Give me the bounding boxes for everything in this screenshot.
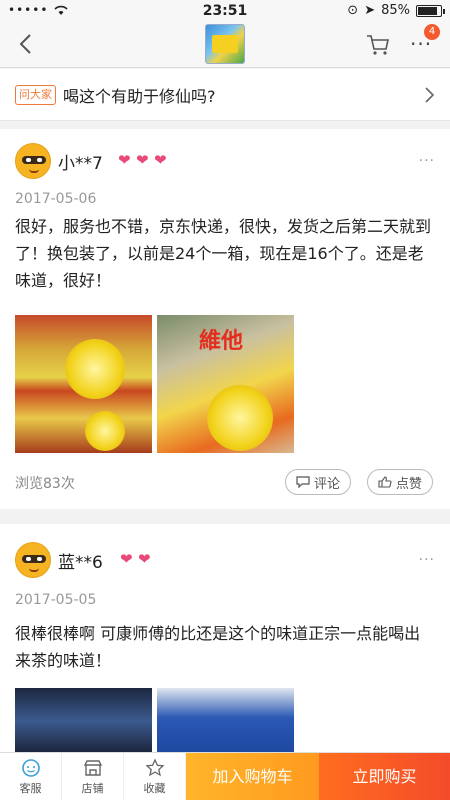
notification-badge: 4: [424, 24, 440, 40]
review-more-icon[interactable]: ···: [419, 552, 435, 568]
review-text: 很棒很棒啊 可康师傅的比还是这个的味道正宗一点能喝出来茶的味道！: [15, 624, 421, 670]
heart-icon: ❤: [120, 550, 133, 568]
review-photo[interactable]: [157, 688, 294, 754]
review-date: 2017-05-06: [15, 191, 97, 207]
review-photo[interactable]: [15, 688, 152, 754]
like-button[interactable]: 点赞: [367, 469, 434, 495]
location-icon: ➤: [364, 3, 376, 18]
customer-service-button[interactable]: 客服: [0, 753, 62, 800]
review-text: 很好，服务也不错，京东快递，很快，发货之后第二天就到了！换包装了，以前是24个一…: [15, 217, 432, 290]
bottom-action-bar: 客服 店铺 收藏 加入购物车 立即购买: [0, 752, 450, 800]
comment-label: 评论: [314, 476, 341, 492]
product-thumbnail[interactable]: [205, 24, 245, 64]
review-photo[interactable]: 維他: [157, 315, 294, 453]
question-text: 喝这个有助于修仙吗?: [63, 87, 216, 106]
battery-icon: [416, 4, 445, 17]
review-card: 蓝**6 ❤ ❤ ··· 2017-05-05 很棒很棒啊 可康师傅的比还是这个…: [0, 524, 450, 754]
customer-service-icon: [21, 759, 40, 777]
favorite-button[interactable]: 收藏: [124, 753, 186, 800]
favorite-label: 收藏: [143, 782, 166, 795]
heart-icon: ❤: [154, 151, 167, 169]
heart-icon: ❤: [136, 151, 149, 169]
like-label: 点赞: [396, 476, 423, 492]
member-level-hearts: ❤ ❤ ❤: [118, 151, 171, 169]
add-to-cart-button[interactable]: 加入购物车: [186, 753, 319, 800]
rotation-lock-icon: ⊙: [347, 3, 359, 18]
avatar[interactable]: [15, 143, 51, 179]
ask-everyone-bar[interactable]: 问大家 喝这个有助于修仙吗?: [0, 69, 450, 121]
shop-label: 店铺: [81, 782, 104, 795]
avatar[interactable]: [15, 542, 51, 578]
review-more-icon[interactable]: ···: [419, 153, 435, 169]
customer-service-label: 客服: [19, 782, 42, 795]
view-count: 浏览83次: [15, 476, 75, 492]
thumbnail-pack: [212, 35, 238, 53]
photo-brand-text: 維他: [199, 328, 244, 354]
chevron-right-icon: [425, 87, 435, 103]
heart-icon: ❤: [138, 550, 151, 568]
status-bar: ••••• 23:51 ⊙ ➤ 85%: [0, 0, 450, 22]
review-username: 蓝**6: [58, 553, 103, 573]
buy-now-button[interactable]: 立即购买: [319, 753, 450, 800]
ask-everyone-tag: 问大家: [15, 85, 56, 105]
cart-icon[interactable]: [366, 34, 390, 56]
thumbs-up-icon: [378, 476, 392, 488]
comment-button[interactable]: 评论: [285, 469, 352, 495]
member-level-hearts: ❤ ❤: [120, 550, 155, 568]
back-arrow-icon[interactable]: [14, 32, 38, 56]
battery-fill: [418, 6, 437, 15]
shop-button[interactable]: 店铺: [62, 753, 124, 800]
shop-icon: [83, 760, 102, 776]
review-date: 2017-05-05: [15, 592, 97, 608]
heart-icon: ❤: [118, 151, 131, 169]
comment-icon: [296, 476, 310, 488]
battery-text: 85%: [381, 3, 410, 18]
review-username: 小**7: [58, 154, 103, 174]
nav-bar: ··· 4: [0, 22, 450, 68]
review-photo[interactable]: [15, 315, 152, 453]
star-icon: [144, 758, 165, 777]
status-right: ⊙ ➤ 85%: [347, 3, 445, 18]
review-card: 小**7 ❤ ❤ ❤ ··· 2017-05-06 很好，服务也不错，京东快递，…: [0, 129, 450, 509]
